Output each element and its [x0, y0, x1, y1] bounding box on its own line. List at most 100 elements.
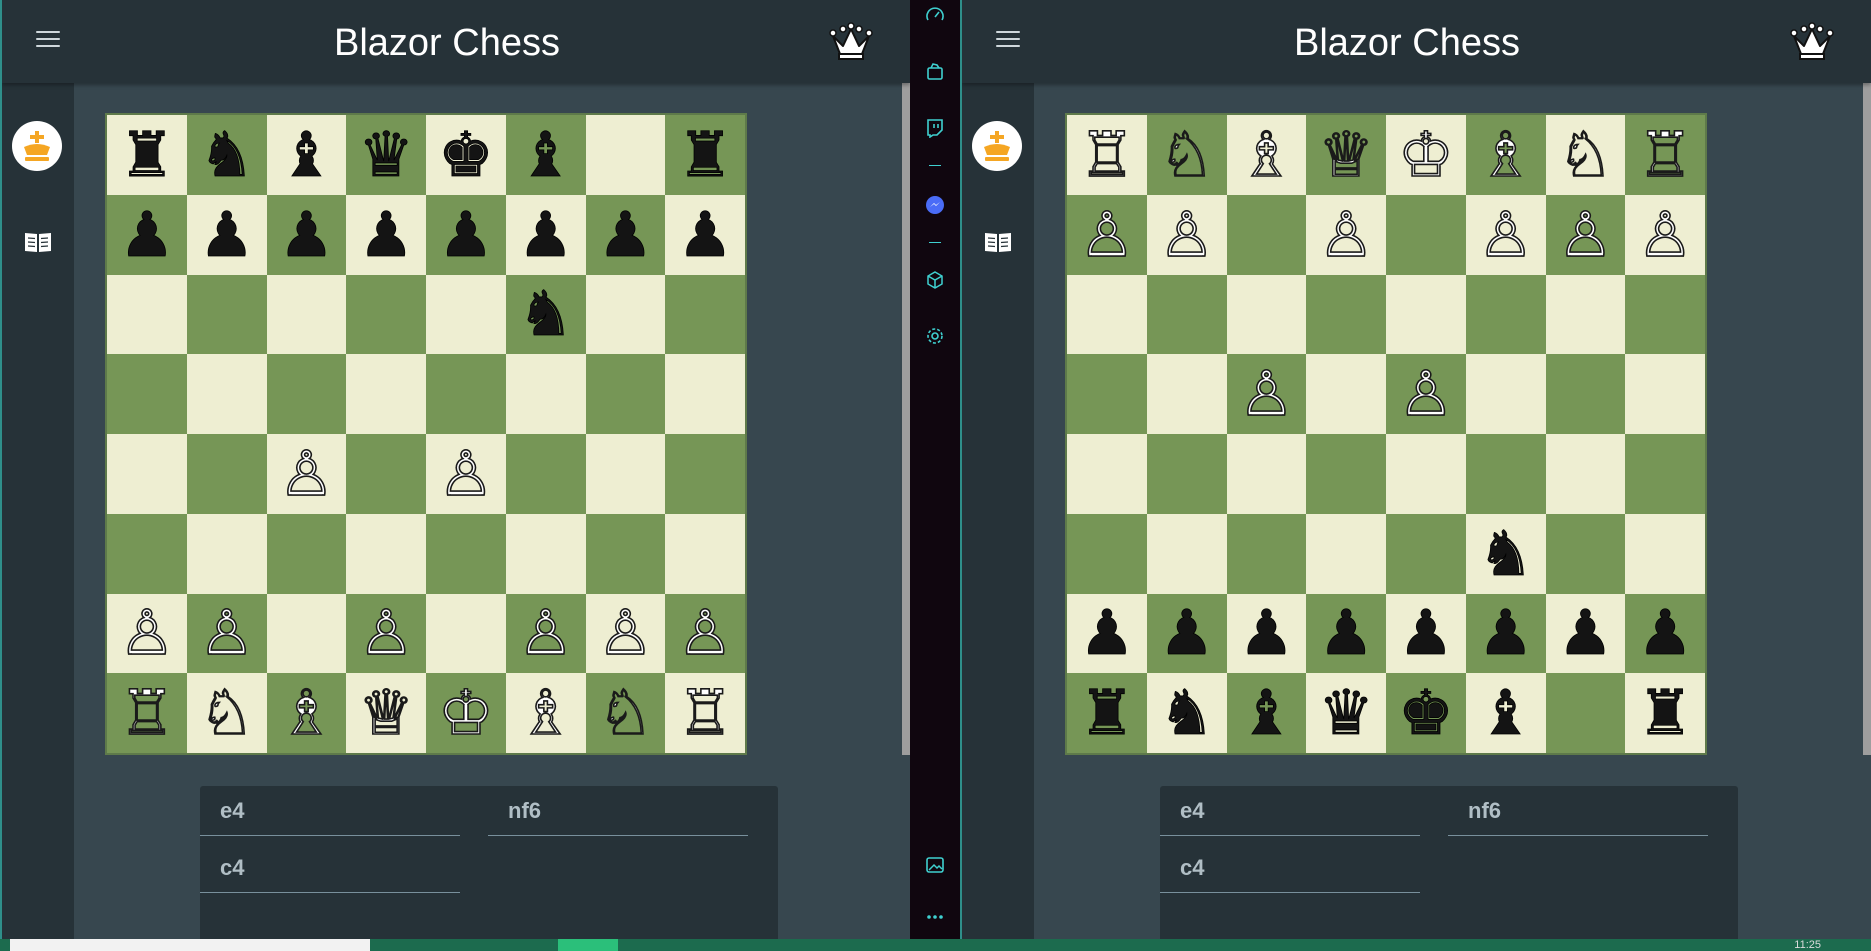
white-pawn-icon[interactable]: ♙ — [278, 442, 335, 506]
board-square[interactable]: ♔ — [1386, 115, 1466, 195]
vertical-scrollbar[interactable] — [902, 0, 910, 755]
board-square[interactable] — [1146, 513, 1227, 594]
board-square[interactable]: ♟ — [346, 194, 426, 275]
book-icon[interactable] — [24, 231, 52, 253]
board-square[interactable] — [585, 274, 666, 355]
board-square[interactable] — [186, 513, 267, 594]
board-square[interactable] — [1226, 434, 1307, 514]
board-square[interactable]: ♞ — [1146, 673, 1227, 753]
black-knight-icon[interactable]: ♞ — [1158, 681, 1214, 744]
black-pawn-icon[interactable]: ♟ — [517, 203, 573, 266]
white-pawn-icon[interactable]: ♙ — [1158, 202, 1215, 266]
board-square[interactable] — [1067, 513, 1147, 594]
black-pawn-icon[interactable]: ♟ — [677, 203, 733, 266]
board-square[interactable]: ♙ — [426, 434, 506, 514]
white-rook-icon[interactable]: ♖ — [118, 681, 175, 745]
board-square[interactable] — [426, 274, 506, 355]
board-square[interactable] — [1545, 274, 1626, 355]
board-square[interactable]: ♔ — [426, 673, 506, 753]
white-pawn-icon[interactable]: ♙ — [437, 442, 494, 506]
board-square[interactable]: ♜ — [665, 115, 745, 195]
board-square[interactable] — [346, 434, 426, 514]
board-square[interactable]: ♟ — [505, 194, 586, 275]
board-square[interactable] — [1067, 434, 1147, 514]
board-square[interactable]: ♙ — [1306, 194, 1386, 275]
book-icon[interactable] — [984, 231, 1012, 253]
white-knight-icon[interactable]: ♘ — [1158, 123, 1215, 187]
move-field-black-1[interactable]: nf6 — [488, 786, 748, 836]
move-field-black-1[interactable]: nf6 — [1448, 786, 1708, 836]
board-square[interactable]: ♙ — [1146, 194, 1227, 275]
black-pawn-icon[interactable]: ♟ — [1557, 601, 1613, 664]
board-square[interactable] — [1067, 274, 1147, 355]
board-square[interactable] — [346, 274, 426, 355]
black-knight-icon[interactable]: ♞ — [198, 123, 254, 186]
board-square[interactable]: ♕ — [346, 673, 426, 753]
board-square[interactable]: ♙ — [665, 593, 745, 674]
board-square[interactable]: ♝ — [1465, 673, 1546, 753]
vertical-scrollbar[interactable] — [1863, 0, 1871, 755]
board-square[interactable] — [1226, 274, 1307, 355]
board-square[interactable]: ♗ — [266, 673, 347, 753]
board-square[interactable] — [1386, 513, 1466, 594]
board-square[interactable] — [1226, 194, 1307, 275]
board-square[interactable]: ♟ — [665, 194, 745, 275]
white-rook-icon[interactable]: ♖ — [1078, 123, 1135, 187]
board-square[interactable]: ♖ — [107, 673, 187, 753]
black-bishop-icon[interactable]: ♝ — [278, 123, 334, 186]
black-pawn-icon[interactable]: ♟ — [438, 203, 494, 266]
board-square[interactable]: ♘ — [186, 673, 267, 753]
white-rook-icon[interactable]: ♖ — [677, 681, 734, 745]
white-bishop-icon[interactable]: ♗ — [517, 681, 574, 745]
board-square[interactable] — [1306, 434, 1386, 514]
white-bishop-icon[interactable]: ♗ — [278, 681, 335, 745]
cube-icon[interactable] — [925, 270, 945, 290]
board-square[interactable]: ♙ — [585, 593, 666, 674]
white-queen-icon[interactable]: ♕ — [1318, 123, 1375, 187]
board-square[interactable] — [1386, 434, 1466, 514]
black-pawn-icon[interactable]: ♟ — [358, 203, 414, 266]
move-field-white-2[interactable]: c4 — [1160, 843, 1420, 893]
board-square[interactable]: ♗ — [505, 673, 586, 753]
board-square[interactable]: ♙ — [346, 593, 426, 674]
board-square[interactable] — [186, 274, 267, 355]
board-square[interactable] — [107, 354, 187, 434]
board-square[interactable]: ♙ — [1386, 354, 1466, 434]
board-square[interactable] — [1545, 673, 1626, 753]
board-square[interactable]: ♙ — [266, 434, 347, 514]
white-pawn-icon[interactable]: ♙ — [358, 601, 415, 665]
black-rook-icon[interactable]: ♜ — [1637, 681, 1693, 744]
board-square[interactable]: ♖ — [1625, 115, 1705, 195]
board-square[interactable] — [585, 513, 666, 594]
settings-icon[interactable] — [925, 326, 945, 346]
white-bishop-icon[interactable]: ♗ — [1477, 123, 1534, 187]
board-square[interactable]: ♜ — [1067, 673, 1147, 753]
board-square[interactable]: ♗ — [1226, 115, 1307, 195]
speedometer-icon[interactable] — [925, 5, 945, 25]
board-square[interactable] — [346, 354, 426, 434]
board-square[interactable]: ♟ — [1545, 593, 1626, 674]
board-square[interactable]: ♙ — [1067, 194, 1147, 275]
board-square[interactable]: ♝ — [1226, 673, 1307, 753]
board-square[interactable] — [1226, 513, 1307, 594]
board-square[interactable] — [1545, 513, 1626, 594]
white-knight-icon[interactable]: ♘ — [1557, 123, 1614, 187]
board-square[interactable] — [1306, 274, 1386, 355]
board-square[interactable]: ♟ — [107, 194, 187, 275]
board-square[interactable]: ♚ — [426, 115, 506, 195]
board-square[interactable] — [1625, 434, 1705, 514]
board-square[interactable] — [505, 354, 586, 434]
board-square[interactable]: ♟ — [266, 194, 347, 275]
black-rook-icon[interactable]: ♜ — [677, 123, 733, 186]
board-square[interactable] — [1545, 434, 1626, 514]
board-square[interactable] — [1067, 354, 1147, 434]
board-square[interactable]: ♜ — [107, 115, 187, 195]
shopping-bag-icon[interactable] — [925, 62, 945, 82]
white-king-icon[interactable]: ♔ — [1397, 123, 1454, 187]
board-square[interactable] — [346, 513, 426, 594]
board-square[interactable] — [585, 434, 666, 514]
twitch-icon[interactable] — [925, 118, 945, 138]
move-field-white-2[interactable]: c4 — [200, 843, 460, 893]
board-square[interactable] — [107, 434, 187, 514]
board-square[interactable] — [1306, 354, 1386, 434]
